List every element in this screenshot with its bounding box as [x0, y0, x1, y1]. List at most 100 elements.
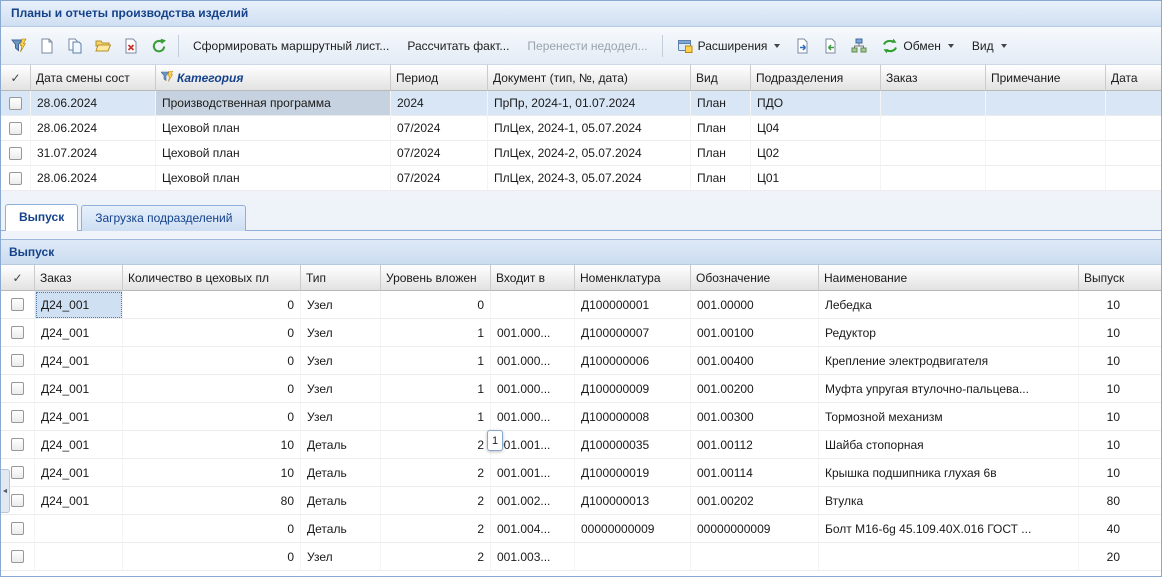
row-checkbox[interactable] — [11, 382, 24, 395]
cell-kind[interactable]: План — [691, 166, 751, 191]
cell-order[interactable]: Д24_001 — [35, 375, 123, 403]
table-row[interactable]: Д24_00110Деталь2001.001...Д100000019001.… — [1, 459, 1161, 487]
cell-nomenclature[interactable]: Д100000009 — [575, 375, 691, 403]
cell-designation[interactable]: 001.00114 — [691, 459, 819, 487]
row-checkbox[interactable] — [9, 97, 22, 110]
cell-qty-in-shop-plans[interactable]: 0 — [123, 347, 301, 375]
cell-qty-in-shop-plans[interactable]: 10 — [123, 459, 301, 487]
cell-parent[interactable]: 001.001... — [491, 431, 575, 459]
route-list-button[interactable]: Сформировать маршрутный лист... — [185, 34, 397, 58]
cell-nesting-level[interactable]: 0 — [381, 291, 491, 319]
cell-category[interactable]: Цеховой план — [156, 116, 391, 141]
cell-item-name[interactable]: Тормозной механизм — [819, 403, 1079, 431]
cell-qty-in-shop-plans[interactable]: 0 — [123, 515, 301, 543]
cell-date-changed[interactable]: 28.06.2024 — [31, 116, 156, 141]
cell-note[interactable] — [986, 116, 1106, 141]
cell-designation[interactable]: 001.00200 — [691, 375, 819, 403]
cell-output[interactable]: 10 — [1079, 291, 1161, 319]
cell-department[interactable]: ПДО — [751, 91, 881, 116]
table-row[interactable]: Д24_0010Узел1001.000...Д100000008001.003… — [1, 403, 1161, 431]
cell-type[interactable]: Деталь — [301, 515, 381, 543]
add-document-button[interactable] — [34, 33, 60, 59]
cell-order[interactable] — [881, 166, 986, 191]
cell-parent[interactable]: 001.004... — [491, 515, 575, 543]
column-header-qty-in-shop-plans[interactable]: Количество в цеховых пл — [123, 265, 301, 291]
cell-date[interactable] — [1106, 166, 1161, 191]
cell-document[interactable]: ПлЦех, 2024-1, 05.07.2024 — [488, 116, 691, 141]
column-header-nesting-level[interactable]: Уровень вложен — [381, 265, 491, 291]
cell-type[interactable]: Узел — [301, 347, 381, 375]
cell-parent[interactable]: 001.002... — [491, 487, 575, 515]
cell-order[interactable]: Д24_001 — [35, 487, 123, 515]
table-row[interactable]: 28.06.2024Цеховой план07/2024ПлЦех, 2024… — [1, 116, 1161, 141]
column-header-parent[interactable]: Входит в — [491, 265, 575, 291]
column-header-document[interactable]: Документ (тип, №, дата) — [488, 65, 691, 91]
cell-item-name[interactable]: Втулка — [819, 487, 1079, 515]
open-folder-button[interactable] — [90, 33, 116, 59]
cell-qty-in-shop-plans[interactable]: 0 — [123, 543, 301, 571]
row-checkbox[interactable] — [11, 410, 24, 423]
cell-date[interactable] — [1106, 116, 1161, 141]
cell-designation[interactable]: 001.00000 — [691, 291, 819, 319]
cell-category[interactable]: Цеховой план — [156, 166, 391, 191]
cell-parent[interactable]: 001.000... — [491, 319, 575, 347]
cell-nesting-level[interactable]: 2 — [381, 431, 491, 459]
cell-item-name[interactable]: Муфта упругая втулочно-пальцева... — [819, 375, 1079, 403]
cell-parent[interactable]: 001.000... — [491, 347, 575, 375]
row-checkbox[interactable] — [9, 172, 22, 185]
cell-item-name[interactable] — [819, 543, 1079, 571]
row-checkbox[interactable] — [9, 122, 22, 135]
cell-type[interactable]: Узел — [301, 375, 381, 403]
column-header-kind[interactable]: Вид — [691, 65, 751, 91]
cell-order[interactable]: Д24_001 — [35, 319, 123, 347]
cell-department[interactable]: Ц02 — [751, 141, 881, 166]
cell-nomenclature[interactable]: Д100000001 — [575, 291, 691, 319]
cell-qty-in-shop-plans[interactable]: 10 — [123, 431, 301, 459]
cell-output[interactable]: 10 — [1079, 319, 1161, 347]
cell-designation[interactable]: 00000000009 — [691, 515, 819, 543]
cell-document[interactable]: ПлЦех, 2024-2, 05.07.2024 — [488, 141, 691, 166]
cell-period[interactable]: 07/2024 — [391, 141, 488, 166]
column-header-category[interactable]: Категория — [156, 65, 391, 91]
cell-output[interactable]: 10 — [1079, 431, 1161, 459]
cell-type[interactable]: Узел — [301, 319, 381, 347]
cell-document[interactable]: ПлЦех, 2024-3, 05.07.2024 — [488, 166, 691, 191]
cell-date[interactable] — [1106, 91, 1161, 116]
cell-item-name[interactable]: Крышка подшипника глухая 6в — [819, 459, 1079, 487]
cell-output[interactable]: 10 — [1079, 375, 1161, 403]
cell-order[interactable]: Д24_001 — [35, 431, 123, 459]
cell-order[interactable] — [35, 543, 123, 571]
row-checkbox[interactable] — [9, 147, 22, 160]
cell-item-name[interactable]: Лебедка — [819, 291, 1079, 319]
cell-parent[interactable]: 001.000... — [491, 403, 575, 431]
tab-vypusk[interactable]: Выпуск — [5, 204, 78, 231]
cell-nesting-level[interactable]: 1 — [381, 375, 491, 403]
row-checkbox[interactable] — [11, 298, 24, 311]
extensions-button[interactable]: Расширения — [669, 33, 789, 59]
filter-button[interactable] — [6, 33, 32, 59]
cell-parent[interactable]: 001.000... — [491, 375, 575, 403]
cell-nomenclature[interactable]: 00000000009 — [575, 515, 691, 543]
cell-date-changed[interactable]: 28.06.2024 — [31, 166, 156, 191]
cell-qty-in-shop-plans[interactable]: 0 — [123, 319, 301, 347]
row-checkbox[interactable] — [11, 438, 24, 451]
row-checkbox[interactable] — [11, 354, 24, 367]
refresh-button[interactable] — [146, 33, 172, 59]
table-row[interactable]: Д24_0010Узел0Д100000001001.00000Лебедка1… — [1, 291, 1161, 319]
cell-note[interactable] — [986, 166, 1106, 191]
cell-order[interactable]: Д24_001 — [35, 459, 123, 487]
column-header-type[interactable]: Тип — [301, 265, 381, 291]
cell-nomenclature[interactable]: Д100000035 — [575, 431, 691, 459]
column-header-department[interactable]: Подразделения — [751, 65, 881, 91]
cell-date-changed[interactable]: 28.06.2024 — [31, 91, 156, 116]
cell-parent[interactable]: 001.003... — [491, 543, 575, 571]
table-row[interactable]: Д24_00180Деталь2001.002...Д100000013001.… — [1, 487, 1161, 515]
cell-qty-in-shop-plans[interactable]: 0 — [123, 291, 301, 319]
cell-output[interactable]: 10 — [1079, 403, 1161, 431]
export-button[interactable] — [790, 33, 816, 59]
cell-date[interactable] — [1106, 141, 1161, 166]
cell-item-name[interactable]: Шайба стопорная — [819, 431, 1079, 459]
cell-document[interactable]: ПрПр, 2024-1, 01.07.2024 — [488, 91, 691, 116]
cell-type[interactable]: Деталь — [301, 487, 381, 515]
cell-nesting-level[interactable]: 1 — [381, 347, 491, 375]
